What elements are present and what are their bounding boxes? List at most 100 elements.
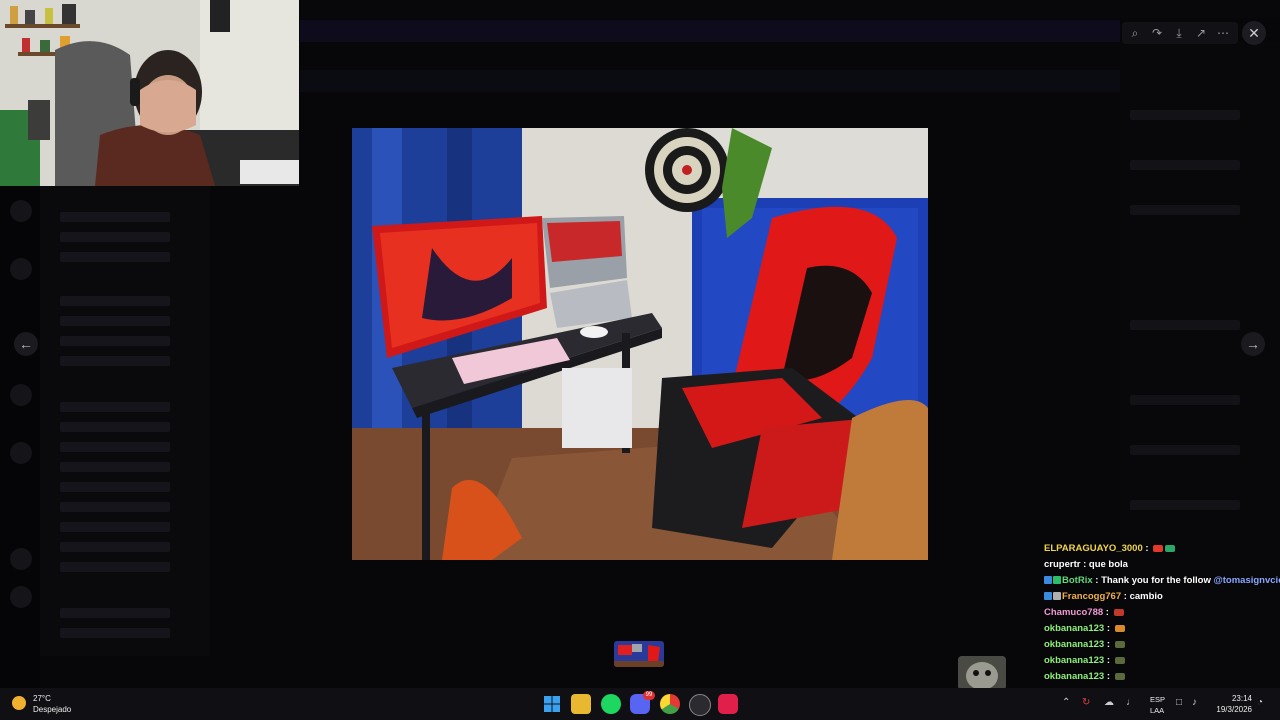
chevron-up-icon[interactable]: ⌃: [1062, 697, 1070, 708]
network-icon[interactable]: □: [1176, 697, 1182, 708]
steam-icon[interactable]: [689, 694, 711, 716]
chat-text: cambio: [1129, 591, 1163, 602]
channel-item: [60, 316, 170, 326]
windows-start-icon[interactable]: [542, 694, 562, 714]
channel-item: [60, 212, 170, 222]
chat-separator: :: [1092, 575, 1102, 586]
share-icon[interactable]: ↷: [1146, 22, 1168, 44]
chat-text: que bola: [1088, 559, 1128, 570]
input-language[interactable]: ESP: [1150, 695, 1165, 704]
chat-message: okbanana123 :: [1044, 653, 1280, 669]
channel-item: [60, 608, 170, 618]
download-icon[interactable]: ⤓: [1168, 22, 1190, 44]
member-item: [1130, 205, 1240, 215]
chat-message: okbanana123 :: [1044, 637, 1280, 653]
chat-separator: :: [1104, 623, 1113, 634]
server-icon: [10, 548, 32, 570]
clock-date[interactable]: 19/3/2026: [1210, 705, 1252, 714]
sync-icon[interactable]: ↻: [1082, 697, 1090, 708]
more-icon[interactable]: ⋯: [1212, 22, 1234, 44]
chat-username[interactable]: Francogg767: [1062, 591, 1121, 602]
arrow-right-icon[interactable]: →: [1241, 332, 1265, 356]
channel-item: [60, 628, 170, 638]
chat-message: crupertr : que bola: [1044, 557, 1280, 573]
member-item: [1130, 395, 1240, 405]
emote-combo-image: [958, 656, 1006, 690]
member-item: [1130, 110, 1240, 120]
chat-message: Chamuco788 :: [1044, 605, 1280, 621]
chat-text: Thank you for the follow: [1101, 575, 1214, 586]
file-explorer-icon[interactable]: [571, 694, 591, 714]
chat-emote-icon: [1165, 544, 1176, 552]
chat-message: Francogg767 : cambio: [1044, 589, 1280, 605]
clock-time[interactable]: 23:14: [1212, 694, 1252, 703]
webcam-overlay: [0, 0, 299, 186]
chat-emote-icon: [1114, 624, 1125, 632]
close-icon[interactable]: ✕: [1242, 21, 1266, 45]
channel-item: [60, 522, 170, 532]
channel-item: [60, 562, 170, 572]
discord-notification-badge: 99: [643, 691, 655, 700]
chat-badge-icon: [1044, 576, 1052, 585]
open-external-icon[interactable]: ↗: [1190, 22, 1212, 44]
server-icon: [10, 258, 32, 280]
chrome-icon[interactable]: [660, 694, 680, 714]
chat-mention[interactable]: @tomasignvcioo: [1214, 575, 1280, 586]
chat-emote-icon: [1153, 544, 1164, 552]
onedrive-icon[interactable]: ☁: [1104, 697, 1114, 708]
server-icon: [10, 384, 32, 406]
chat-separator: :: [1104, 639, 1113, 650]
channel-item: [60, 502, 170, 512]
chat-username[interactable]: crupertr: [1044, 559, 1080, 570]
channel-item: [60, 336, 170, 346]
chat-message: okbanana123 :: [1044, 621, 1280, 637]
volume-icon[interactable]: ♪: [1192, 697, 1197, 708]
chat-username[interactable]: BotRix: [1062, 575, 1093, 586]
chat-message: okbanana123 :: [1044, 669, 1280, 685]
chat-username[interactable]: Chamuco788: [1044, 607, 1103, 618]
member-item: [1130, 320, 1240, 330]
chat-separator: :: [1080, 559, 1089, 570]
photo-thumbnail[interactable]: [614, 641, 664, 667]
channel-item: [60, 442, 170, 452]
member-item: [1130, 500, 1240, 510]
notification-bell-icon[interactable]: ◔: [1257, 697, 1263, 708]
spotify-icon[interactable]: [601, 694, 621, 714]
room-photo: [352, 128, 928, 560]
channel-item: [60, 462, 170, 472]
chat-separator: :: [1104, 655, 1113, 666]
weather-description[interactable]: Despejado: [33, 705, 71, 714]
channel-item: [60, 482, 170, 492]
chat-username[interactable]: okbanana123: [1044, 655, 1104, 666]
chat-username[interactable]: ELPARAGUAYO_3000: [1044, 543, 1143, 554]
chat-username[interactable]: okbanana123: [1044, 639, 1104, 650]
title-bar: [300, 0, 1280, 18]
chat-separator: :: [1142, 543, 1152, 554]
chat-username[interactable]: okbanana123: [1044, 623, 1104, 634]
zoom-icon[interactable]: ⌕: [1124, 22, 1146, 44]
arrow-left-icon[interactable]: ←: [14, 332, 38, 356]
notice-banner: [300, 20, 1120, 42]
chat-message: ELPARAGUAYO_3000 :: [1044, 541, 1280, 557]
channel-item: [60, 356, 170, 366]
channel-item: [60, 402, 170, 412]
channel-item: [60, 232, 170, 242]
chat-separator: :: [1104, 671, 1113, 682]
microphone-icon[interactable]: ♩: [1126, 697, 1136, 708]
server-icon: [10, 586, 32, 608]
chat-badge-icon: [1053, 592, 1061, 601]
server-sidebar: [0, 186, 40, 688]
tiktok-icon[interactable]: [718, 694, 738, 714]
channel-item: [60, 542, 170, 552]
chat-separator: :: [1103, 607, 1112, 618]
chat-emote-icon: [1114, 656, 1125, 664]
weather-moon-icon: [12, 696, 26, 710]
member-item: [1130, 160, 1240, 170]
weather-temperature[interactable]: 27°C: [33, 694, 51, 703]
chat-badge-icon: [1044, 592, 1052, 601]
chat-separator: :: [1121, 591, 1130, 602]
channel-item: [60, 296, 170, 306]
chat-username[interactable]: okbanana123: [1044, 671, 1104, 682]
chat-emote-icon: [1114, 672, 1125, 680]
input-layout[interactable]: LAA: [1150, 706, 1164, 715]
